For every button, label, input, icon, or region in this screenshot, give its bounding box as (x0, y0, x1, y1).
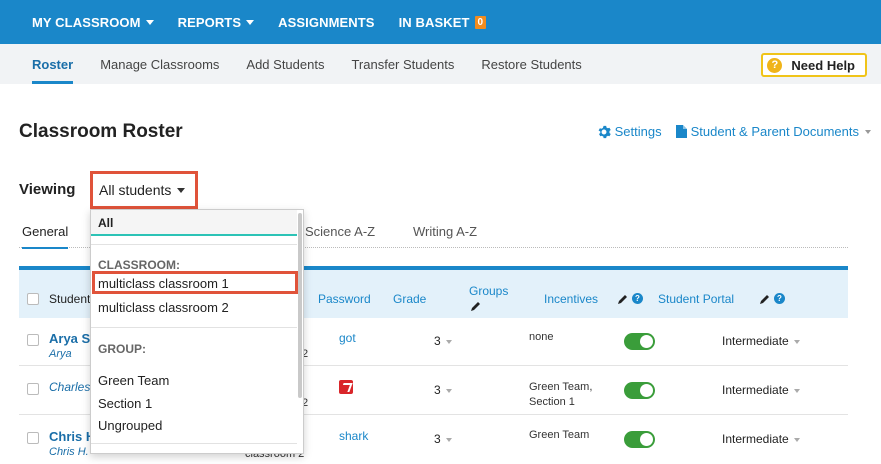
portal-level-value: Intermediate (722, 334, 789, 348)
header-groups[interactable]: Groups (469, 284, 509, 311)
gear-icon (598, 125, 611, 138)
header-student-portal[interactable]: Student Portal (658, 292, 734, 306)
dropdown-option-all-label: All (98, 216, 114, 230)
nav-my-classroom-label: MY CLASSROOM (32, 14, 141, 30)
chevron-down-icon (445, 339, 452, 344)
student-groups: none (529, 331, 554, 343)
dropdown-option-group-green-team[interactable]: Green Team (98, 373, 169, 388)
dropdown-divider (91, 443, 297, 444)
header-links: Settings Student & Parent Documents (583, 124, 871, 139)
pencil-icon[interactable] (618, 294, 628, 304)
nav-in-basket[interactable]: IN BASKET 0 (399, 15, 487, 30)
chevron-down-icon (793, 339, 800, 344)
student-username[interactable]: Charles (49, 380, 90, 394)
grade-value: 3 (434, 334, 441, 348)
chevron-down-icon (246, 19, 255, 25)
student-password[interactable]: shark (339, 429, 368, 443)
help-icon: ? (767, 57, 783, 73)
student-portal-level[interactable]: Intermediate (722, 432, 800, 446)
document-icon (675, 125, 687, 138)
student-portal-level[interactable]: Intermediate (722, 383, 800, 397)
page-title: Classroom Roster (19, 121, 183, 142)
viewing-select[interactable]: All students (90, 171, 198, 209)
sub-nav: Roster Manage Classrooms Add Students Tr… (0, 44, 881, 84)
student-groups: Green Team (529, 429, 590, 441)
student-grade[interactable]: 3 (434, 383, 452, 397)
pencil-icon[interactable] (471, 301, 481, 311)
chevron-down-icon (145, 19, 154, 25)
dropdown-group-header: GROUP: (98, 342, 146, 356)
incentives-toggle[interactable] (624, 333, 655, 350)
chevron-down-icon (445, 437, 452, 442)
settings-link[interactable]: Settings (597, 124, 662, 139)
documents-label: Student & Parent Documents (690, 124, 859, 139)
pencil-icon[interactable] (760, 294, 770, 304)
student-username: Arya (49, 348, 72, 360)
student-portal-level[interactable]: Intermediate (722, 334, 800, 348)
header-groups-label: Groups (469, 284, 509, 298)
student-groups: Green Team, Section 1 (529, 381, 593, 408)
subnav-add-students[interactable]: Add Students (246, 44, 324, 84)
dropdown-option-group-ungrouped[interactable]: Ungrouped (98, 418, 162, 433)
dropdown-option-classroom-2[interactable]: multiclass classroom 2 (98, 300, 229, 315)
grade-value: 3 (434, 383, 441, 397)
need-help-label: Need Help (791, 57, 855, 73)
header-incentives[interactable]: Incentives (544, 292, 598, 306)
dropdown-divider (91, 244, 297, 245)
dropdown-divider (91, 327, 297, 328)
chevron-down-icon (793, 437, 800, 442)
viewing-dropdown-menu: All CLASSROOM: multiclass classroom 1 mu… (90, 209, 304, 454)
student-grade[interactable]: 3 (434, 334, 452, 348)
incentives-toggle[interactable] (624, 431, 655, 448)
viewing-selected-value: All students (99, 182, 172, 198)
header-grade[interactable]: Grade (393, 292, 426, 306)
subnav-manage-classrooms[interactable]: Manage Classrooms (100, 44, 219, 84)
settings-label: Settings (614, 124, 662, 139)
chevron-down-icon (177, 187, 186, 193)
student-name[interactable]: Arya St (49, 331, 95, 346)
dropdown-classroom-header: CLASSROOM: (98, 258, 180, 272)
row-checkbox[interactable] (27, 334, 39, 346)
incentives-help-icon[interactable]: ? (632, 293, 643, 304)
header-student[interactable]: Student (49, 292, 90, 306)
portal-level-value: Intermediate (722, 432, 789, 446)
student-password[interactable]: got (339, 331, 356, 345)
grade-value: 3 (434, 432, 441, 446)
dropdown-option-classroom-1[interactable]: multiclass classroom 1 (98, 276, 229, 291)
chevron-down-icon (865, 129, 871, 134)
tab-general[interactable]: General (22, 224, 69, 249)
header-password[interactable]: Password (318, 292, 371, 306)
select-all-checkbox[interactable] (27, 293, 39, 305)
row-checkbox[interactable] (27, 383, 39, 395)
top-nav: MY CLASSROOM REPORTS ASSIGNMENTS IN BASK… (0, 0, 881, 44)
student-parent-documents-link[interactable]: Student & Parent Documents (675, 124, 871, 139)
dropdown-option-group-section-1[interactable]: Section 1 (98, 396, 152, 411)
in-basket-count-badge: 0 (474, 15, 487, 29)
incentives-toggle[interactable] (624, 382, 655, 399)
nav-in-basket-label: IN BASKET (398, 14, 470, 30)
student-username: Chris H. (49, 446, 89, 458)
dropdown-scrollbar[interactable] (298, 213, 302, 398)
need-help-button[interactable]: ? Need Help (761, 53, 867, 77)
tab-writing-a-z[interactable]: Writing A-Z (413, 224, 477, 239)
nav-my-classroom[interactable]: MY CLASSROOM (32, 15, 154, 30)
subnav-transfer-students[interactable]: Transfer Students (351, 44, 454, 84)
viewing-label: Viewing (19, 181, 76, 198)
nav-assignments-label: ASSIGNMENTS (278, 14, 375, 30)
student-portal-help-icon[interactable]: ? (774, 293, 785, 304)
chevron-down-icon (445, 388, 452, 393)
subnav-restore-students[interactable]: Restore Students (481, 44, 581, 84)
subnav-roster[interactable]: Roster (32, 44, 74, 84)
student-name[interactable]: Chris H (49, 429, 95, 444)
tab-science-a-z[interactable]: Science A-Z (305, 224, 375, 239)
row-checkbox[interactable] (27, 432, 39, 444)
student-grade[interactable]: 3 (434, 432, 452, 446)
portal-level-value: Intermediate (722, 383, 789, 397)
nav-reports-label: REPORTS (177, 14, 242, 30)
nav-reports[interactable]: REPORTS (178, 15, 255, 30)
picture-password-icon[interactable] (339, 380, 353, 394)
chevron-down-icon (793, 388, 800, 393)
nav-assignments[interactable]: ASSIGNMENTS (278, 15, 374, 30)
dropdown-option-all[interactable]: All (91, 210, 297, 236)
